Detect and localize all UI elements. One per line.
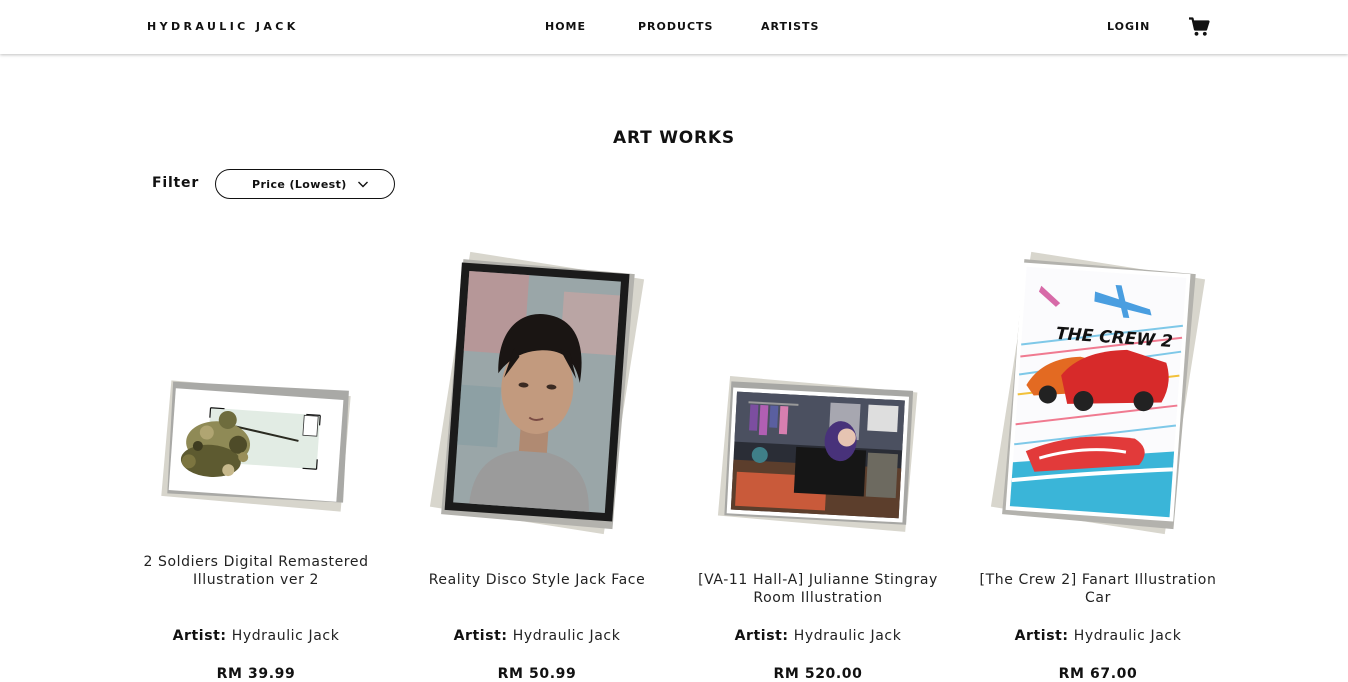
product-card-soldiers[interactable]: 2 Soldiers Digital Remastered Illustrati… [126,250,386,682]
product-image-soldiers[interactable] [126,250,386,540]
artist-name: Hydraulic Jack [793,628,902,644]
page-title: ART WORKS [613,128,735,148]
product-title[interactable]: [The Crew 2] Fanart Illustration Car [978,571,1218,607]
product-card-jack-face[interactable]: Reality Disco Style Jack Face Artist: Hy… [407,250,667,682]
artist-name: Hydraulic Jack [512,628,621,644]
product-title[interactable]: [VA-11 Hall-A] Julianne Stingray Room Il… [698,571,938,607]
product-card-julianne-room[interactable]: [VA-11 Hall-A] Julianne Stingray Room Il… [688,250,948,682]
top-navbar: HYDRAULIC JACK HOME PRODUCTS ARTISTS LOG… [0,0,1348,54]
nav-products-link[interactable]: PRODUCTS [638,20,713,33]
product-price: RM 520.00 [773,666,863,682]
chevron-down-icon [358,181,368,188]
login-link[interactable]: LOGIN [1107,20,1150,33]
sort-filter-value: Price (Lowest) [252,178,347,191]
product-title[interactable]: 2 Soldiers Digital Remastered Illustrati… [136,553,376,589]
product-price: RM 50.99 [497,666,577,682]
filter-label: Filter [152,175,200,191]
nav-home-link[interactable]: HOME [545,20,586,33]
shopping-cart-icon[interactable] [1188,17,1210,37]
product-artist: Artist: Hydraulic Jack [688,628,948,644]
artist-label: Artist: [172,628,227,644]
product-card-crew-2[interactable]: THE CREW 2 [The Crew 2] Fanart Illustrat… [968,250,1228,682]
brand-logo[interactable]: HYDRAULIC JACK [147,20,299,33]
artist-name: Hydraulic Jack [1073,628,1182,644]
product-image-julianne-room[interactable] [688,250,948,540]
artist-label: Artist: [734,628,789,644]
product-image-jack-face[interactable] [407,250,667,540]
product-artist: Artist: Hydraulic Jack [126,628,386,644]
product-price: RM 67.00 [1058,666,1138,682]
artist-label: Artist: [1014,628,1069,644]
product-title[interactable]: Reality Disco Style Jack Face [417,571,657,589]
artist-label: Artist: [453,628,508,644]
nav-artists-link[interactable]: ARTISTS [761,20,819,33]
sort-filter-dropdown[interactable]: Price (Lowest) [215,169,395,199]
product-artist: Artist: Hydraulic Jack [968,628,1228,644]
artist-name: Hydraulic Jack [231,628,340,644]
product-artist: Artist: Hydraulic Jack [407,628,667,644]
product-price: RM 39.99 [216,666,296,682]
product-image-crew-2[interactable]: THE CREW 2 [968,250,1228,540]
